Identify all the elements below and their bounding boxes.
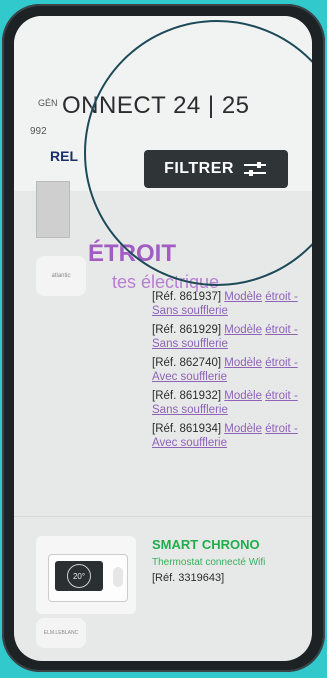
ref-code: [Réf. 861937]	[152, 291, 222, 303]
filter-button-label: FILTRER	[164, 160, 234, 177]
brand-logo-card: ELM.LEBLANC	[36, 618, 86, 648]
section-title: ÉTROIT	[88, 240, 176, 267]
header-label: GÉN	[38, 98, 58, 108]
product-image[interactable]: 20°	[36, 536, 136, 614]
brand-logo-text: ELM.LEBLANC	[43, 630, 79, 636]
screen: GÉN 992 ONNECT 24 | 25 REL FILTRER atlan…	[14, 16, 312, 661]
ref-code: [Réf. 861932]	[152, 390, 222, 402]
tab-left[interactable]: REL	[50, 148, 78, 164]
ref-code: [Réf. 862740]	[152, 357, 222, 369]
product-description: Thermostat connecté Wifi	[152, 557, 266, 568]
list-item: [Réf. 862740] Modèle étroit - Avec souff…	[152, 356, 312, 384]
product-thumbnail[interactable]	[36, 181, 70, 238]
thermostat-screen: 20°	[55, 561, 103, 591]
list-item: [Réf. 861932] Modèle étroit - Sans souff…	[152, 389, 312, 417]
page-title: ONNECT 24 | 25	[62, 92, 250, 119]
filter-sliders-icon	[243, 162, 266, 176]
model-link[interactable]: Modèle	[224, 423, 262, 435]
ref-code: [Réf. 861934]	[152, 423, 222, 435]
brand-logo-card: atlantic	[36, 256, 86, 296]
thermostat-image: 20°	[48, 554, 128, 602]
model-link[interactable]: Modèle	[224, 291, 262, 303]
brand-logo-text: atlantic	[51, 273, 71, 279]
product-ref: [Réf. 3319643]	[152, 572, 225, 584]
header-number: 992	[30, 126, 47, 137]
list-item: [Réf. 861934] Modèle étroit - Avec souff…	[152, 422, 312, 450]
model-link[interactable]: Modèle	[224, 390, 262, 402]
reference-list: [Réf. 861937] Modèle étroit - Sans souff…	[152, 290, 312, 455]
ref-code: [Réf. 861929]	[152, 324, 222, 336]
divider	[14, 516, 312, 517]
list-item: [Réf. 861937] Modèle étroit - Sans souff…	[152, 290, 312, 318]
filter-button[interactable]: FILTRER	[144, 150, 288, 188]
list-item: [Réf. 861929] Modèle étroit - Sans souff…	[152, 323, 312, 351]
product-name[interactable]: SMART CHRONO	[152, 537, 260, 552]
thermostat-dial: 20°	[67, 564, 91, 588]
phone-frame: GÉN 992 ONNECT 24 | 25 REL FILTRER atlan…	[2, 4, 325, 672]
thermostat-knob	[113, 567, 123, 587]
model-link[interactable]: Modèle	[224, 324, 262, 336]
model-link[interactable]: Modèle	[224, 357, 262, 369]
thermostat-display: 20°	[72, 571, 86, 581]
